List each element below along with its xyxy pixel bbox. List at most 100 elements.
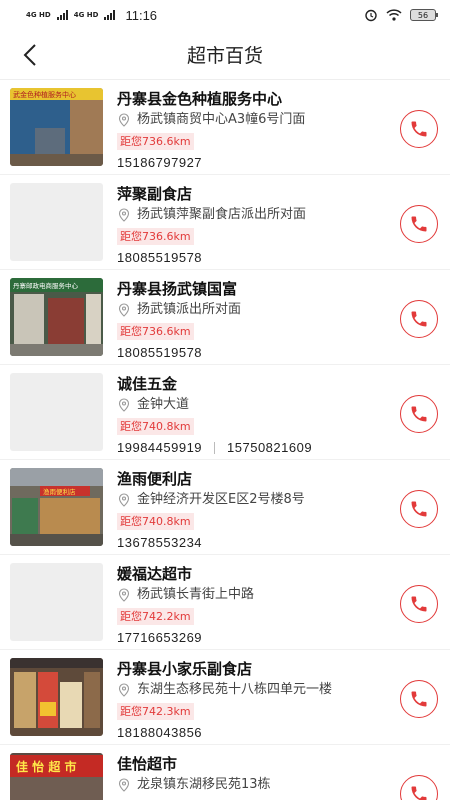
store-name: 丹寨县扬武镇国富 <box>117 280 238 298</box>
store-info: 媛福达超市 杨武镇长青街上中路 距您742.2km 17716653269 <box>117 563 440 649</box>
clock: 11:16 <box>125 7 158 23</box>
store-photo: 佳 怡 超 市 <box>10 753 103 800</box>
store-info: 诚佳五金 金钟大道 距您740.8km 19984459919 15750821… <box>117 373 440 459</box>
store-sign-text: 武金色种植服务中心 <box>13 90 76 99</box>
header: 超市百货 <box>0 30 450 80</box>
store-name: 渔雨便利店 <box>117 470 193 488</box>
call-button[interactable] <box>400 680 438 718</box>
store-name: 佳怡超市 <box>117 755 178 773</box>
network-type-1: 4G HD <box>26 10 51 19</box>
phone-numbers: 18085519578 <box>117 342 440 364</box>
address-text: 金钟经济开发区E区2号楼8号 <box>137 492 305 507</box>
call-button[interactable] <box>400 205 438 243</box>
store-address: 扬武镇派出所对面 <box>117 300 440 320</box>
address-text: 杨武镇商贸中心A3幢6号门面 <box>137 112 306 127</box>
call-button[interactable] <box>400 110 438 148</box>
phone-icon <box>411 216 427 232</box>
location-pin-icon <box>118 208 130 222</box>
store-info: 萍聚副食店 扬武镇萍聚副食店派出所对面 距您736.6km 1808551957… <box>117 183 440 269</box>
phone-icon <box>411 691 427 707</box>
store-photo-placeholder <box>10 373 103 451</box>
phone-icon <box>411 406 427 422</box>
list-item[interactable]: 武金色种植服务中心 丹寨县金色种植服务中心 杨武镇商贸中心A3幢6号门面 距您7… <box>0 80 450 175</box>
location-pin-icon <box>118 778 130 792</box>
store-address: 杨武镇长青街上中路 <box>117 585 440 605</box>
store-photo-placeholder <box>10 183 103 261</box>
phone-icon <box>411 786 427 800</box>
store-info: 渔雨便利店 金钟经济开发区E区2号楼8号 距您740.8km 136785532… <box>117 468 440 554</box>
list-item[interactable]: 丹寨邮政电商服务中心 丹寨县扬武镇国富 扬武镇派出所对面 距您736.6km 1… <box>0 270 450 365</box>
distance-badge: 距您742.2km <box>117 608 194 625</box>
store-name: 萍聚副食店 <box>117 185 193 203</box>
location-pin-icon <box>118 683 130 697</box>
address-text: 杨武镇长青街上中路 <box>137 587 255 602</box>
phone-number[interactable]: 19984459919 <box>117 437 202 459</box>
call-button[interactable] <box>400 585 438 623</box>
signal-icon-2 <box>104 10 116 20</box>
store-address: 金钟经济开发区E区2号楼8号 <box>117 490 440 510</box>
call-button[interactable] <box>400 490 438 528</box>
phone-number[interactable]: 13678553234 <box>117 532 202 554</box>
phone-number[interactable]: 18085519578 <box>117 247 202 269</box>
phone-numbers: 17716653269 <box>117 627 440 649</box>
store-info: 丹寨县金色种植服务中心 杨武镇商贸中心A3幢6号门面 距您736.6km 151… <box>117 88 440 174</box>
address-text: 金钟大道 <box>137 397 190 412</box>
status-right: 56 <box>364 8 438 22</box>
store-sign-text: 渔雨便利店 <box>43 487 76 496</box>
signal-icon <box>56 10 68 20</box>
store-address: 杨武镇商贸中心A3幢6号门面 <box>117 110 440 130</box>
phone-numbers: 13678553234 <box>117 532 440 554</box>
network-indicator: 4G HD <box>26 10 51 19</box>
battery-level: 56 <box>417 10 429 20</box>
network-type-2: 4G HD <box>73 10 99 19</box>
list-item[interactable]: 渔雨便利店 渔雨便利店 金钟经济开发区E区2号楼8号 距您740.8km 136… <box>0 460 450 555</box>
store-info: 丹寨县小家乐副食店 东湖生态移民苑十八栋四单元一楼 距您742.3km 1818… <box>117 658 440 744</box>
store-list: 武金色种植服务中心 丹寨县金色种植服务中心 杨武镇商贸中心A3幢6号门面 距您7… <box>0 80 450 800</box>
back-arrow-icon[interactable] <box>18 42 44 68</box>
store-address: 东湖生态移民苑十八栋四单元一楼 <box>117 680 440 700</box>
list-item[interactable]: 媛福达超市 杨武镇长青街上中路 距您742.2km 17716653269 <box>0 555 450 650</box>
phone-numbers: 18085519578 <box>117 247 440 269</box>
phone-number[interactable]: 15186797927 <box>117 152 202 174</box>
call-button[interactable] <box>400 300 438 338</box>
list-item[interactable]: 丹寨县小家乐副食店 东湖生态移民苑十八栋四单元一楼 距您742.3km 1818… <box>0 650 450 745</box>
call-button[interactable] <box>400 395 438 433</box>
distance-badge: 距您736.6km <box>117 228 194 245</box>
store-photo: 武金色种植服务中心 <box>10 88 103 166</box>
page-title: 超市百货 <box>186 45 263 67</box>
store-photo <box>10 658 103 736</box>
phone-number[interactable]: 18188043856 <box>117 722 202 744</box>
distance-badge: 距您740.8km <box>117 513 194 530</box>
phone-numbers: 15186797927 <box>117 152 440 174</box>
location-pin-icon <box>118 588 130 602</box>
list-item[interactable]: 佳 怡 超 市 佳怡超市 龙泉镇东湖移民苑13栋 <box>0 745 450 800</box>
phone-number-2[interactable]: 15750821609 <box>227 437 312 459</box>
distance-badge: 距您736.6km <box>117 133 194 150</box>
distance-badge: 距您742.3km <box>117 703 194 720</box>
phone-number[interactable]: 17716653269 <box>117 627 202 649</box>
address-text: 扬武镇派出所对面 <box>137 302 242 317</box>
address-text: 东湖生态移民苑十八栋四单元一楼 <box>137 682 333 697</box>
status-bar: 4G HD 4G HD 11:16 56 <box>0 0 450 30</box>
store-sign-text: 佳 怡 超 市 <box>16 759 77 774</box>
store-name: 丹寨县金色种植服务中心 <box>117 90 283 108</box>
status-left: 4G HD 4G HD 11:16 <box>26 8 157 23</box>
phone-numbers: 18188043856 <box>117 722 440 744</box>
phone-numbers: 19984459919 15750821609 <box>117 437 440 459</box>
phone-divider <box>214 442 216 454</box>
network-indicator-2: 4G HD <box>73 10 99 19</box>
store-photo: 渔雨便利店 <box>10 468 103 546</box>
location-pin-icon <box>118 493 130 507</box>
location-pin-icon <box>118 398 130 412</box>
store-address: 龙泉镇东湖移民苑13栋 <box>117 775 440 795</box>
alarm-icon <box>365 9 377 22</box>
list-item[interactable]: 萍聚副食店 扬武镇萍聚副食店派出所对面 距您736.6km 1808551957… <box>0 175 450 270</box>
phone-icon <box>411 121 427 137</box>
store-info: 丹寨县扬武镇国富 扬武镇派出所对面 距您736.6km 18085519578 <box>117 278 440 364</box>
address-text: 龙泉镇东湖移民苑13栋 <box>137 777 271 792</box>
store-name: 丹寨县小家乐副食店 <box>117 660 253 678</box>
phone-icon <box>411 501 427 517</box>
phone-icon <box>411 596 427 612</box>
list-item[interactable]: 诚佳五金 金钟大道 距您740.8km 19984459919 15750821… <box>0 365 450 460</box>
phone-number[interactable]: 18085519578 <box>117 342 202 364</box>
